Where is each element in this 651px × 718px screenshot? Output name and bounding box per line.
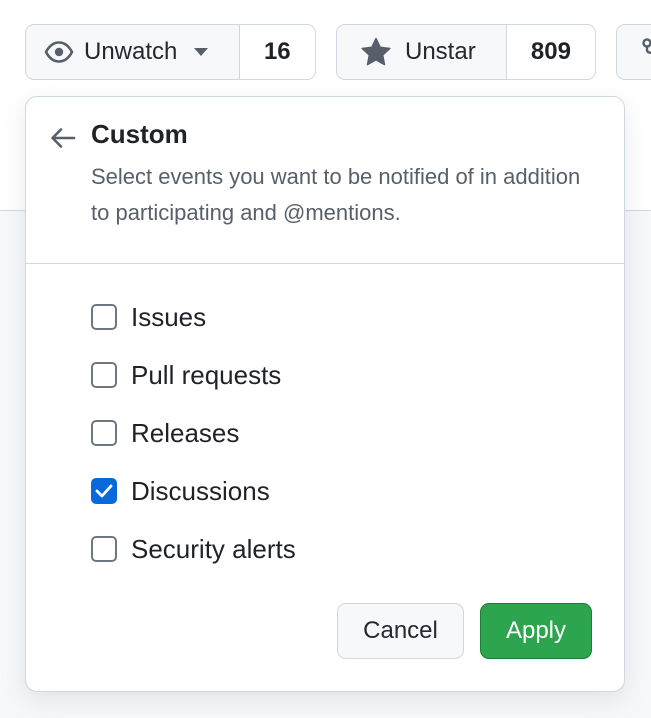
issues-checkbox[interactable] <box>91 304 117 330</box>
fork-button-group <box>616 24 651 80</box>
panel-description: Select events you want to be notified of… <box>91 164 581 225</box>
stargazers-count[interactable]: 809 <box>505 25 595 79</box>
cancel-button[interactable]: Cancel <box>337 603 464 659</box>
unwatch-button[interactable]: Unwatch <box>26 25 239 79</box>
option-discussions[interactable]: Discussions <box>91 471 270 511</box>
apply-button[interactable]: Apply <box>480 603 592 659</box>
option-label: Security alerts <box>131 533 296 564</box>
option-label: Issues <box>131 301 207 332</box>
pull-requests-checkbox[interactable] <box>91 362 117 388</box>
option-label: Pull requests <box>131 359 282 390</box>
option-pull-requests[interactable]: Pull requests <box>91 355 281 395</box>
triangle-down-icon <box>193 47 209 57</box>
repo-forked-icon <box>641 37 651 67</box>
checkmark-icon <box>95 484 113 498</box>
panel-header: Custom Select events you want to be noti… <box>26 97 624 264</box>
fork-button[interactable] <box>617 25 651 79</box>
watch-button-group: Unwatch 16 <box>25 24 316 80</box>
option-label: Discussions <box>131 475 270 506</box>
star-fill-icon <box>361 37 391 67</box>
back-button[interactable] <box>48 123 78 153</box>
security-alerts-checkbox[interactable] <box>91 536 117 562</box>
option-issues[interactable]: Issues <box>91 297 206 337</box>
unstar-button[interactable]: Unstar <box>337 25 506 79</box>
custom-notifications-panel: Custom Select events you want to be noti… <box>25 96 625 692</box>
releases-checkbox[interactable] <box>91 420 117 446</box>
option-label: Releases <box>131 417 240 448</box>
discussions-checkbox[interactable] <box>91 478 117 504</box>
option-security-alerts[interactable]: Security alerts <box>91 529 296 569</box>
panel-title: Custom <box>91 119 188 149</box>
watchers-count[interactable]: 16 <box>238 25 315 79</box>
unstar-label: Unstar <box>405 38 476 65</box>
unwatch-label: Unwatch <box>84 38 178 65</box>
option-releases[interactable]: Releases <box>91 413 239 453</box>
arrow-left-icon <box>50 127 76 149</box>
star-button-group: Unstar 809 <box>336 24 596 80</box>
eye-icon <box>44 41 74 63</box>
